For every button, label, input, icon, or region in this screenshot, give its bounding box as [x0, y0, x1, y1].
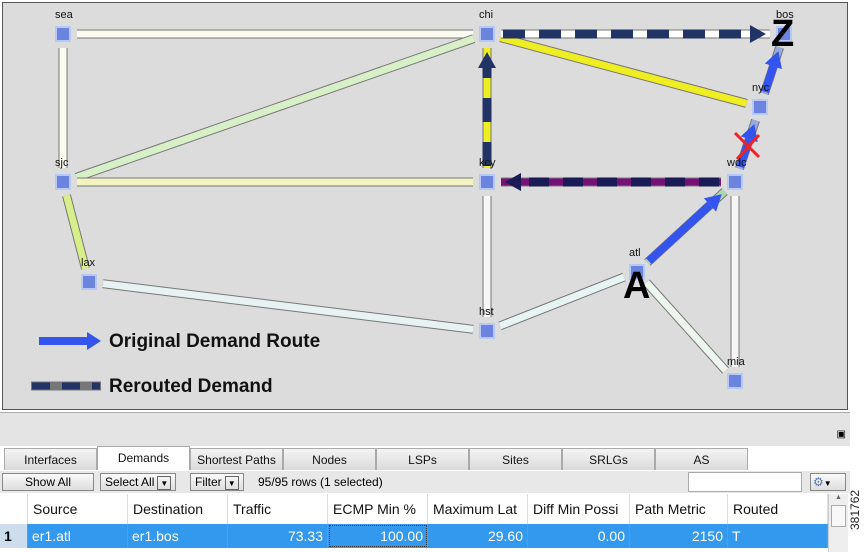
tab-shortest-paths[interactable]: Shortest Paths: [190, 448, 283, 470]
node-label-bos: bos: [776, 9, 794, 21]
tab-as[interactable]: AS: [655, 448, 748, 470]
original-atl-wdc: [646, 202, 713, 265]
restore-icon[interactable]: ▣: [837, 429, 846, 440]
node-label-lax: lax: [81, 257, 96, 269]
tab-interfaces[interactable]: Interfaces: [4, 448, 97, 470]
table-row[interactable]: 1 er1.atl er1.bos 73.33 100.00 29.60 0.0…: [0, 524, 848, 548]
chevron-down-icon: ▼: [224, 475, 239, 490]
link-chi-nyc: [499, 34, 748, 107]
row-number: 1: [0, 524, 28, 548]
column-header[interactable]: Path Metric: [630, 494, 728, 524]
node-label-kcy: kcy: [479, 157, 496, 169]
node-chi[interactable]: [479, 26, 495, 42]
node-label-chi: chi: [479, 9, 494, 21]
cell[interactable]: 100.00: [328, 524, 428, 548]
tab-bar: Interfaces Demands Shortest Paths Nodes …: [4, 446, 748, 470]
link-sjc-chi: [75, 35, 475, 181]
source-marker: A: [623, 265, 651, 307]
node-label-mia: mia: [727, 356, 745, 368]
watermark: 381762: [848, 489, 862, 530]
node-label-sjc: sjc: [55, 157, 69, 169]
rerouted-chi-bos-head: [750, 25, 766, 43]
node-label-wdc: wdc: [727, 157, 747, 169]
tab-sites[interactable]: Sites: [469, 448, 562, 470]
chevron-down-icon: ▼: [823, 479, 832, 488]
node-label-atl: atl: [629, 247, 641, 259]
cell[interactable]: T: [728, 524, 828, 548]
scrollbar-thumb[interactable]: [831, 505, 846, 527]
node-label-nyc: nyc: [752, 82, 770, 94]
network-map[interactable]: A Z Original Demand Route Rerouted Deman…: [2, 2, 848, 410]
node-nyc[interactable]: [752, 99, 768, 115]
rows-status: 95/95 rows (1 selected): [258, 475, 383, 489]
gear-icon: ⚙: [813, 475, 824, 489]
node-label-hst: hst: [479, 306, 494, 318]
legend-rerouted-label: Rerouted Demand: [109, 376, 273, 397]
toolbar: Show All Select All ▼ Filter ▼ 95/95 rows …: [0, 471, 850, 493]
rerouted-wdc-kcy-head: [505, 173, 521, 191]
link-atl-mia: [643, 280, 729, 373]
cell[interactable]: 2150: [630, 524, 728, 548]
filter-label: Filter: [195, 475, 222, 489]
node-hst[interactable]: [479, 323, 495, 339]
cell[interactable]: er1.bos: [128, 524, 228, 548]
tab-lsps[interactable]: LSPs: [376, 448, 469, 470]
tab-srlgs[interactable]: SRLGs: [562, 448, 655, 470]
cell[interactable]: 0.00: [528, 524, 630, 548]
select-all-label: Select All: [105, 475, 155, 489]
node-sjc[interactable]: [55, 174, 71, 190]
column-header[interactable]: Maximum Lat: [428, 494, 528, 524]
column-header[interactable]: ECMP Min %: [328, 494, 428, 524]
column-header[interactable]: Routed: [728, 494, 828, 524]
link-lax-hst: [102, 280, 474, 333]
legend-original-label: Original Demand Route: [109, 331, 321, 352]
column-header[interactable]: Source: [28, 494, 128, 524]
panel-header: ▣: [0, 412, 850, 446]
node-wdc[interactable]: [727, 174, 743, 190]
demands-table: Source Destination Traffic ECMP Min % Ma…: [0, 494, 848, 548]
show-all-button[interactable]: Show All: [2, 473, 94, 491]
search-input[interactable]: [688, 472, 802, 492]
legend-original-icon-head: [87, 332, 101, 350]
node-kcy[interactable]: [479, 174, 495, 190]
column-header[interactable]: Traffic: [228, 494, 328, 524]
node-sea[interactable]: [55, 26, 71, 42]
tab-nodes[interactable]: Nodes: [283, 448, 376, 470]
rerouted-kcy-chi-head: [478, 52, 496, 68]
settings-menu-button[interactable]: ⚙▼: [810, 473, 846, 491]
row-number-header: [0, 494, 28, 524]
filter-dropdown[interactable]: Filter ▼: [190, 473, 244, 491]
select-all-dropdown[interactable]: Select All ▼: [100, 473, 177, 491]
node-label-sea: sea: [55, 9, 73, 21]
vertical-scrollbar[interactable]: ▲: [828, 494, 848, 552]
cell[interactable]: er1.atl: [28, 524, 128, 548]
column-header[interactable]: Destination: [128, 494, 228, 524]
cell[interactable]: 29.60: [428, 524, 528, 548]
tab-demands[interactable]: Demands: [97, 446, 190, 470]
node-lax[interactable]: [81, 274, 97, 290]
cell[interactable]: 73.33: [228, 524, 328, 548]
node-mia[interactable]: [727, 373, 743, 389]
table-header: Source Destination Traffic ECMP Min % Ma…: [0, 494, 848, 524]
chevron-down-icon: ▼: [157, 475, 172, 490]
column-header[interactable]: Diff Min Possi: [528, 494, 630, 524]
link-hst-atl: [498, 273, 626, 330]
